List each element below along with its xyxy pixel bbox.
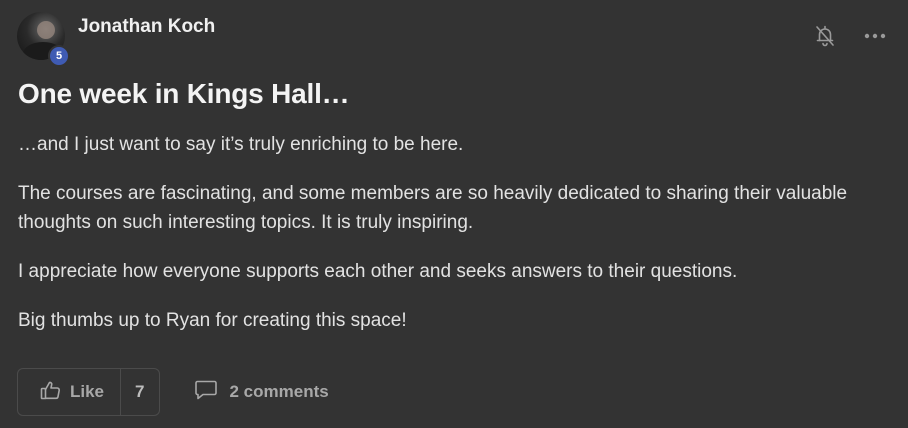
comment-icon [194,379,218,406]
thumbs-up-icon [40,380,62,405]
post-paragraph: The courses are fascinating, and some me… [18,183,848,233]
post-header: 5 Jonathan Koch [17,12,215,67]
more-options-icon[interactable] [864,33,886,39]
post-paragraph: Big thumbs up to Ryan for creating this … [18,310,407,331]
like-button[interactable]: Like [18,369,120,415]
post-top-actions [814,24,886,48]
post-paragraph: …and I just want to say it’s truly enric… [18,134,464,155]
like-label: Like [70,382,105,401]
like-count[interactable]: 7 [120,369,158,415]
avatar-face [37,21,55,39]
comments-button[interactable]: 2 comments [194,379,329,406]
comments-label: 2 comments [229,382,329,401]
post-title: One week in Kings Hall… [18,78,350,109]
post-footer: Like 7 2 comments [17,368,329,416]
level-badge: 5 [48,45,70,67]
author-name[interactable]: Jonathan Koch [78,16,215,38]
post-body: …and I just want to say it’s truly enric… [18,130,898,355]
post-card: 5 Jonathan Koch One week in Kings Hall… … [0,0,908,428]
like-group: Like 7 [17,368,160,416]
author-avatar-wrap[interactable]: 5 [17,12,70,67]
bell-off-icon[interactable] [814,24,836,48]
post-paragraph: I appreciate how everyone supports each … [18,261,738,282]
